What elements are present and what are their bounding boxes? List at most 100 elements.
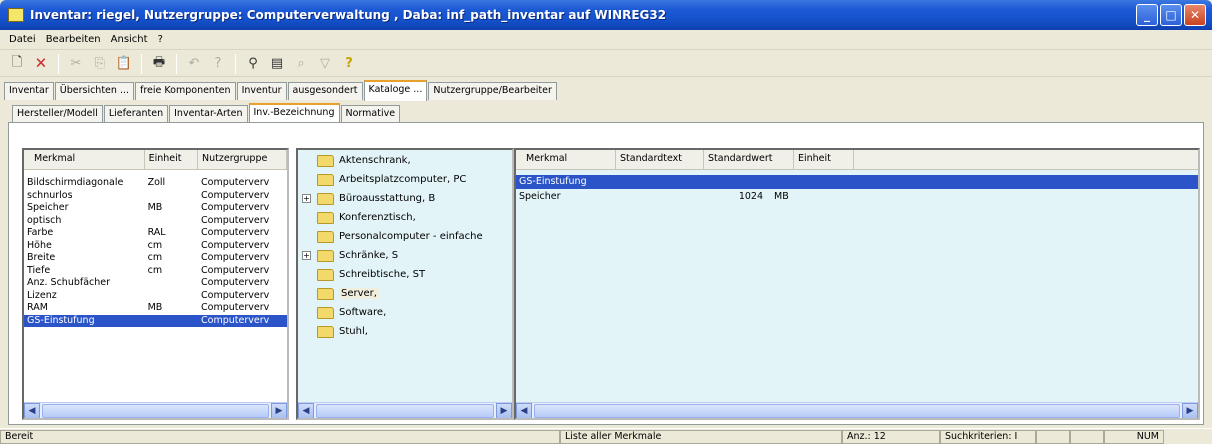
tab-hersteller-modell[interactable]: Hersteller/Modell bbox=[12, 105, 103, 123]
scroll-right-icon[interactable]: ▶ bbox=[1182, 402, 1198, 418]
tree-item-label: Stuhl, bbox=[339, 326, 368, 337]
tree-item[interactable]: Software, bbox=[298, 303, 512, 322]
tab-kataloge[interactable]: Kataloge ... bbox=[363, 80, 428, 101]
table-row[interactable]: Breite cm Computerverv bbox=[24, 252, 287, 265]
column-header-einheit[interactable]: Einheit bbox=[794, 150, 854, 169]
delete-icon[interactable]: 🗙 bbox=[30, 53, 52, 75]
binoculars-icon[interactable]: ⚲ bbox=[242, 53, 264, 75]
left-horizontal-scrollbar[interactable]: ◀ ▶ bbox=[24, 402, 287, 418]
bezeichnung-tree-pane[interactable]: Aktenschrank, Arbeitsplatzcomputer, PC + Bü… bbox=[296, 148, 514, 420]
column-header-standardwert[interactable]: Standardwert bbox=[704, 150, 794, 169]
tree-item[interactable]: + Schränke, S bbox=[298, 246, 512, 265]
column-header-einheit[interactable]: Einheit bbox=[145, 150, 199, 169]
context-help-icon[interactable]: ? bbox=[338, 53, 360, 75]
new-icon[interactable]: 🗋 bbox=[6, 53, 28, 75]
close-button[interactable]: ✕ bbox=[1184, 4, 1206, 26]
table-row[interactable]: RAM MB Computerverv bbox=[24, 302, 287, 315]
menu-ansicht[interactable]: Ansicht bbox=[106, 34, 153, 45]
scroll-left-icon[interactable]: ◀ bbox=[516, 402, 532, 418]
column-header-standardtext[interactable]: Standardtext bbox=[616, 150, 704, 169]
folder-icon bbox=[317, 154, 334, 167]
column-header-merkmal[interactable]: Merkmal bbox=[516, 150, 616, 169]
folder-icon bbox=[317, 249, 334, 262]
table-row[interactable]: Farbe RAL Computerverv bbox=[24, 227, 287, 240]
folder-icon bbox=[317, 325, 334, 338]
tab-uebersichten[interactable]: Übersichten ... bbox=[54, 82, 135, 100]
scrollbar-thumb[interactable] bbox=[534, 403, 1180, 418]
expand-icon[interactable]: + bbox=[302, 251, 311, 260]
table-row[interactable]: optisch Computerverv bbox=[24, 215, 287, 228]
table-row[interactable]: Speicher MB Computerverv bbox=[24, 202, 287, 215]
cell-nutzergruppe: Computerverv bbox=[201, 264, 270, 276]
tree-item[interactable]: Arbeitsplatzcomputer, PC bbox=[298, 170, 512, 189]
filter-icon[interactable]: ▽ bbox=[314, 53, 336, 75]
paste-icon[interactable]: 📋 bbox=[113, 53, 135, 75]
search-icon[interactable]: ⌕ bbox=[290, 53, 312, 75]
sub-tabs: Hersteller/Modell Lieferanten Inventar-A… bbox=[12, 101, 401, 124]
cell-einheit: MB bbox=[774, 191, 789, 202]
table-row[interactable]: Bildschirmdiagonale Zoll Computerverv bbox=[24, 177, 287, 190]
expand-icon[interactable]: + bbox=[302, 194, 311, 203]
standardwerte-pane[interactable]: Merkmal Standardtext Standardwert Einhei… bbox=[514, 148, 1200, 420]
scroll-right-icon[interactable]: ▶ bbox=[496, 402, 512, 418]
right-horizontal-scrollbar[interactable]: ◀ ▶ bbox=[516, 402, 1198, 418]
tree-horizontal-scrollbar[interactable]: ◀ ▶ bbox=[298, 402, 512, 418]
tab-normative[interactable]: Normative bbox=[340, 105, 401, 123]
tree-item[interactable]: Aktenschrank, bbox=[298, 151, 512, 170]
tab-inv-bezeichnung[interactable]: Inv.-Bezeichnung bbox=[248, 103, 340, 124]
properties-icon[interactable]: ▤ bbox=[266, 53, 288, 75]
tree-item[interactable]: Stuhl, bbox=[298, 322, 512, 341]
scroll-left-icon[interactable]: ◀ bbox=[24, 402, 40, 418]
copy-icon[interactable]: ⎘ bbox=[89, 53, 111, 75]
tree-item-label: Schreibtische, ST bbox=[339, 269, 426, 280]
tab-ausgesondert[interactable]: ausgesondert bbox=[287, 82, 363, 100]
undo-icon[interactable]: ↶ bbox=[183, 53, 205, 75]
tab-lieferanten[interactable]: Lieferanten bbox=[103, 105, 169, 123]
scrollbar-thumb[interactable] bbox=[42, 403, 269, 418]
minimize-button[interactable]: _ bbox=[1136, 4, 1158, 26]
column-header-merkmal[interactable]: Merkmal bbox=[24, 150, 145, 169]
cell-merkmal: Anz. Schubfächer bbox=[27, 277, 111, 288]
tab-inventar[interactable]: Inventar bbox=[4, 82, 54, 100]
tree-item[interactable]: Konferenztisch, bbox=[298, 208, 512, 227]
tree-item[interactable]: Server, bbox=[298, 284, 512, 303]
cell-nutzergruppe: Computerverv bbox=[201, 214, 270, 226]
cut-icon[interactable]: ✂ bbox=[65, 53, 87, 75]
menu-datei[interactable]: Datei bbox=[4, 34, 41, 45]
table-row[interactable]: Speicher 1024 MB bbox=[516, 189, 1198, 205]
table-row[interactable]: Anz. Schubfächer Computerverv bbox=[24, 277, 287, 290]
cell-nutzergruppe: Computerverv bbox=[201, 252, 270, 263]
scrollbar-thumb[interactable] bbox=[316, 403, 494, 418]
tree-item[interactable]: + Büroausstattung, B bbox=[298, 189, 512, 208]
tree-item[interactable]: Schreibtische, ST bbox=[298, 265, 512, 284]
table-row[interactable]: Tiefe cm Computerverv bbox=[24, 265, 287, 278]
cell-merkmal: Farbe bbox=[27, 227, 54, 238]
table-row[interactable]: Höhe cm Computerverv bbox=[24, 240, 287, 253]
maximize-button[interactable]: □ bbox=[1160, 4, 1182, 26]
folder-icon bbox=[317, 230, 334, 243]
cell-merkmal: Speicher bbox=[519, 191, 561, 202]
scroll-left-icon[interactable]: ◀ bbox=[298, 402, 314, 418]
folder-icon bbox=[317, 211, 334, 224]
cell-nutzergruppe: Computerverv bbox=[201, 314, 270, 326]
cell-merkmal: schnurlos bbox=[27, 189, 73, 201]
tree-item[interactable]: Personalcomputer - einfache bbox=[298, 227, 512, 246]
merkmal-list-pane[interactable]: Merkmal Einheit Nutzergruppe Bildschirmd… bbox=[22, 148, 289, 420]
group-row[interactable]: GS-Einstufung bbox=[516, 175, 1198, 189]
cell-einheit: Zoll bbox=[147, 177, 166, 188]
tab-nutzergruppe[interactable]: Nutzergruppe/Bearbeiter bbox=[428, 82, 557, 100]
scroll-right-icon[interactable]: ▶ bbox=[271, 402, 287, 418]
menu-bearbeiten[interactable]: Bearbeiten bbox=[41, 34, 106, 45]
tab-inventur[interactable]: Inventur bbox=[236, 82, 287, 100]
menu-help[interactable]: ? bbox=[153, 34, 168, 45]
table-row[interactable]: schnurlos Computerverv bbox=[24, 190, 287, 203]
tab-freie-komponenten[interactable]: freie Komponenten bbox=[135, 82, 236, 100]
table-row[interactable]: Lizenz Computerverv bbox=[24, 290, 287, 303]
cell-einheit bbox=[145, 215, 198, 228]
title-bar[interactable]: Inventar: riegel, Nutzergruppe: Computer… bbox=[0, 0, 1212, 30]
table-row[interactable]: GS-Einstufung Computerverv bbox=[24, 314, 287, 327]
tab-inventar-arten[interactable]: Inventar-Arten bbox=[169, 105, 248, 123]
print-icon[interactable]: 🖶 bbox=[148, 53, 170, 75]
help-icon[interactable]: ? bbox=[207, 53, 229, 75]
column-header-nutzergruppe[interactable]: Nutzergruppe bbox=[198, 150, 287, 169]
